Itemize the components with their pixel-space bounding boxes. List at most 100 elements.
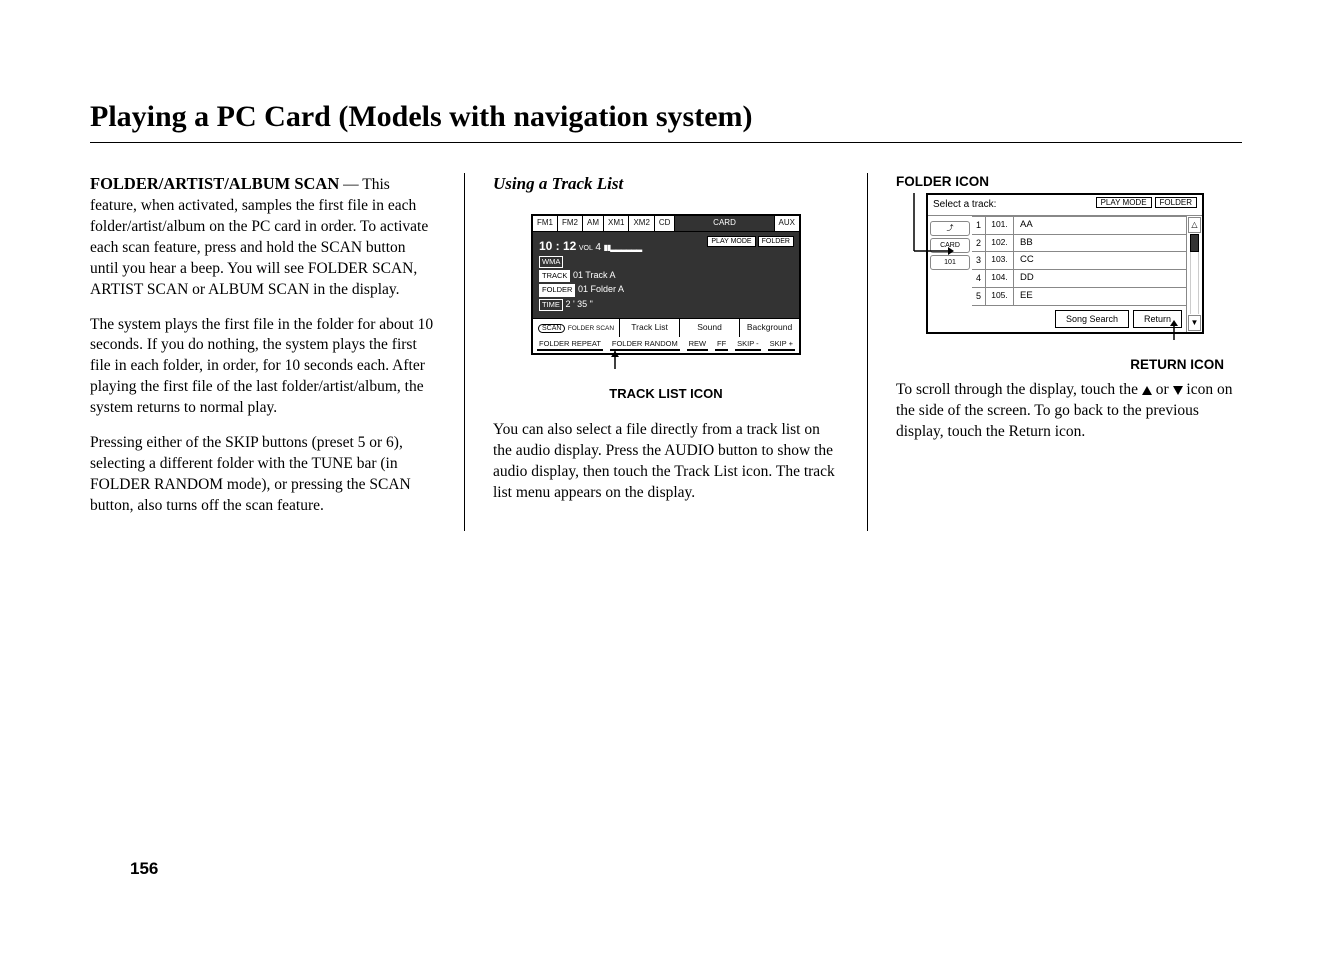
tracklist-main: ⤴ CARD 101 1101.AA 2102.BB 3103.CC 4104.… [928, 216, 1202, 332]
tracklist-playmode: PLAY MODEFOLDER [1093, 198, 1197, 212]
col3-para-a: To scroll through the display, touch the [896, 381, 1142, 398]
row-idx: 2 [972, 235, 986, 252]
track-line: TRACK 01 Track A [539, 269, 793, 282]
col-divider-1 [464, 173, 465, 531]
audio-buttons-row: SCAN FOLDER SCAN Track List Sound Backgr… [533, 318, 799, 337]
columns: FOLDER/ARTIST/ALBUM SCAN — This feature,… [90, 173, 1242, 531]
col1-para3: Pressing either of the SKIP buttons (pre… [90, 433, 436, 517]
track-row[interactable]: 2102.BB [972, 235, 1186, 253]
song-search-button[interactable]: Song Search [1055, 310, 1129, 328]
wma-badge: WMA [539, 256, 563, 268]
track-row[interactable]: 4104.DD [972, 270, 1186, 288]
track-label-box: TRACK [539, 270, 570, 282]
col2-heading: Using a Track List [493, 173, 839, 196]
column-2: Using a Track List FM1 FM2 AM XM1 XM2 CD… [493, 173, 839, 531]
tab-am[interactable]: AM [583, 216, 604, 231]
scroll-up-icon[interactable]: △ [1188, 217, 1201, 233]
tracklist-figure-wrap: FOLDER ICON Select a track: PLAY MODEFOL… [896, 173, 1242, 374]
tab-xm2[interactable]: XM2 [629, 216, 654, 231]
vol-label: VOL [579, 245, 593, 252]
col3-para: To scroll through the display, touch the… [896, 380, 1242, 443]
tracklist-figure: Select a track: PLAY MODEFOLDER ⤴ CARD 1… [926, 193, 1204, 334]
folder-icon-label: FOLDER ICON [896, 173, 1242, 191]
skip-minus-button[interactable]: SKIP - [735, 339, 761, 351]
playmode-label: PLAY MODE [1096, 197, 1152, 208]
tracklist-header: Select a track: PLAY MODEFOLDER [928, 195, 1202, 216]
tab-aux[interactable]: AUX [775, 216, 799, 231]
audio-source-tabs: FM1 FM2 AM XM1 XM2 CD CARD AUX [533, 216, 799, 232]
track-list-button[interactable]: Track List [620, 319, 680, 337]
track-row[interactable]: 3103.CC [972, 252, 1186, 270]
vol-bar-icon: ▮▮▂▂▂▂▂▂ [603, 243, 641, 252]
scroll-thumb[interactable] [1190, 234, 1199, 252]
col2-para: You can also select a file directly from… [493, 420, 839, 504]
tracklist-arrow [493, 357, 839, 375]
tab-card[interactable]: CARD [675, 216, 774, 231]
sound-button[interactable]: Sound [680, 319, 740, 337]
col-divider-2 [867, 173, 868, 531]
row-idx: 5 [972, 288, 986, 305]
folder-value: 01 Folder A [578, 284, 624, 294]
folder-label-box: FOLDER [539, 284, 575, 296]
scroll-down-icon[interactable]: ▼ [1188, 315, 1201, 331]
col1-heading: FOLDER/ARTIST/ALBUM SCAN [90, 174, 339, 193]
tab-cd[interactable]: CD [655, 216, 676, 231]
tracklist-scrollbar[interactable]: △ ▼ [1186, 216, 1202, 332]
row-name: EE [1014, 288, 1186, 305]
tab-fm2[interactable]: FM2 [558, 216, 583, 231]
folder-random-button[interactable]: FOLDER RANDOM [610, 339, 680, 351]
track-row[interactable]: 1101.AA [972, 216, 1186, 235]
rew-button[interactable]: REW [687, 339, 709, 351]
scroll-track[interactable] [1190, 234, 1199, 314]
row-num: 103. [986, 252, 1014, 269]
page-number: 156 [130, 859, 158, 879]
tab-xm1[interactable]: XM1 [604, 216, 629, 231]
triangle-down-icon [1173, 386, 1183, 395]
folder-icon-leader [904, 193, 964, 263]
time-value: 2 ' 35 " [565, 299, 592, 309]
ff-button[interactable]: FF [715, 339, 728, 351]
play-mode-value: FOLDER [758, 236, 794, 247]
row-num: 104. [986, 270, 1014, 287]
audio-now-playing: PLAY MODE FOLDER 10 : 12 VOL 4 ▮▮▂▂▂▂▂▂ … [533, 232, 799, 318]
play-mode-label: PLAY MODE [707, 236, 755, 247]
col3-para-b: or [1152, 381, 1173, 398]
scan-sub: FOLDER SCAN [568, 325, 614, 332]
tab-fm1[interactable]: FM1 [533, 216, 558, 231]
row-num: 105. [986, 288, 1014, 305]
row-num: 101. [986, 217, 1014, 234]
col1-block1: FOLDER/ARTIST/ALBUM SCAN — This feature,… [90, 173, 436, 301]
background-button[interactable]: Background [740, 319, 799, 337]
audio-bottom-row: FOLDER REPEAT FOLDER RANDOM REW FF SKIP … [533, 337, 799, 353]
track-value: 01 Track A [573, 270, 616, 280]
col1-para2: The system plays the first file in the f… [90, 315, 436, 420]
audio-display-figure: FM1 FM2 AM XM1 XM2 CD CARD AUX PLAY MODE… [531, 214, 801, 355]
row-idx: 1 [972, 217, 986, 234]
triangle-up-icon [1142, 386, 1152, 395]
clock: 10 : 12 [539, 239, 576, 253]
row-name: DD [1014, 270, 1186, 287]
row-idx: 3 [972, 252, 986, 269]
play-mode-box[interactable]: PLAY MODE FOLDER [707, 236, 794, 247]
row-name: CC [1014, 252, 1186, 269]
folder-repeat-button[interactable]: FOLDER REPEAT [537, 339, 603, 351]
time-label-box: TIME [539, 299, 563, 311]
row-num: 102. [986, 235, 1014, 252]
track-list-caption: TRACK LIST ICON [493, 385, 839, 403]
track-row[interactable]: 5105.EE [972, 288, 1186, 306]
row-name: BB [1014, 235, 1186, 252]
col1-para1: — This feature, when activated, samples … [90, 176, 428, 298]
row-idx: 4 [972, 270, 986, 287]
vol-value: 4 [595, 242, 601, 253]
return-icon-label: RETURN ICON [896, 356, 1224, 374]
skip-plus-button[interactable]: SKIP + [768, 339, 795, 351]
page-title: Playing a PC Card (Models with navigatio… [90, 100, 1242, 134]
tracklist-bottom-buttons: Song Search Return [972, 306, 1186, 332]
folder-line: FOLDER 01 Folder A [539, 283, 793, 296]
column-3: FOLDER ICON Select a track: PLAY MODEFOL… [896, 173, 1242, 531]
scan-button[interactable]: SCAN FOLDER SCAN [533, 319, 620, 337]
title-rule [90, 142, 1242, 143]
playmode-value: FOLDER [1155, 197, 1197, 208]
row-name: AA [1014, 217, 1186, 234]
tracklist-rows: 1101.AA 2102.BB 3103.CC 4104.DD 5105.EE … [972, 216, 1186, 332]
